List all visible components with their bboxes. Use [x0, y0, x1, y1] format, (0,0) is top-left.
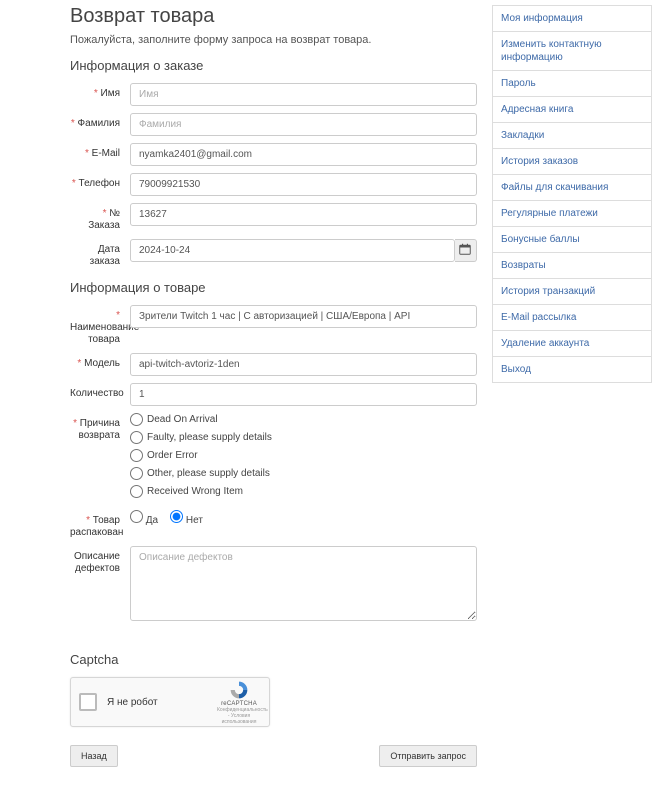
model-input[interactable]	[130, 353, 477, 376]
recaptcha-icon	[229, 680, 249, 700]
section-captcha: Captcha	[70, 652, 477, 667]
order-id-input[interactable]	[130, 203, 477, 226]
opened-no[interactable]: Нет	[170, 510, 203, 526]
firstname-input[interactable]	[130, 83, 477, 106]
sidebar-item-my-info[interactable]: Моя информация	[492, 5, 652, 32]
product-input[interactable]	[130, 305, 477, 328]
reason-option-0[interactable]: Dead On Arrival	[130, 413, 477, 426]
sidebar-item-edit-contact[interactable]: Изменить контактную информацию	[492, 31, 652, 71]
sidebar-item-order-history[interactable]: История заказов	[492, 148, 652, 175]
calendar-button[interactable]	[455, 239, 477, 262]
recaptcha-checkbox[interactable]	[79, 693, 97, 711]
label-order-id: № Заказа	[70, 203, 130, 232]
label-comment: Описание дефектов	[70, 546, 130, 575]
reason-option-4[interactable]: Received Wrong Item	[130, 485, 477, 498]
label-reason: Причина возврата	[70, 413, 130, 442]
label-email: E-Mail	[70, 143, 130, 160]
label-product: Наименование товара	[70, 305, 130, 346]
reason-option-2[interactable]: Order Error	[130, 449, 477, 462]
sidebar-item-newsletter[interactable]: E-Mail рассылка	[492, 304, 652, 331]
lastname-input[interactable]	[130, 113, 477, 136]
calendar-icon	[459, 243, 471, 258]
label-date: Дата заказа	[70, 239, 130, 268]
reason-option-3[interactable]: Other, please supply details	[130, 467, 477, 480]
label-model: Модель	[70, 353, 130, 370]
sidebar-item-downloads[interactable]: Файлы для скачивания	[492, 174, 652, 201]
label-qty: Количество	[70, 383, 130, 400]
section-order-info: Информация о заказе	[70, 58, 477, 73]
date-input[interactable]	[130, 239, 455, 262]
label-firstname: Имя	[70, 83, 130, 100]
label-lastname: Фамилия	[70, 113, 130, 130]
sidebar-item-logout[interactable]: Выход	[492, 356, 652, 383]
opened-yes[interactable]: Да	[130, 510, 158, 526]
recaptcha-widget[interactable]: Я не робот reCAPTCHA Конфиденциальность …	[70, 677, 270, 727]
sidebar-item-password[interactable]: Пароль	[492, 70, 652, 97]
sidebar-item-address-book[interactable]: Адресная книга	[492, 96, 652, 123]
sidebar-item-returns[interactable]: Возвраты	[492, 252, 652, 279]
reason-radio-group: Dead On Arrival Faulty, please supply de…	[130, 413, 477, 503]
comment-textarea[interactable]	[130, 546, 477, 621]
sidebar-item-recurring[interactable]: Регулярные платежи	[492, 200, 652, 227]
recaptcha-logo: reCAPTCHA Конфиденциальность - Условия и…	[217, 680, 261, 725]
back-button[interactable]: Назад	[70, 745, 118, 767]
sidebar: Моя информация Изменить контактную инфор…	[492, 5, 652, 767]
section-product-info: Информация о товаре	[70, 280, 477, 295]
reason-option-1[interactable]: Faulty, please supply details	[130, 431, 477, 444]
phone-input[interactable]	[130, 173, 477, 196]
page-title: Возврат товара	[70, 5, 477, 28]
label-opened: Товар распакован	[70, 510, 130, 539]
opened-radio-group: Да Нет	[130, 510, 477, 526]
sidebar-item-reward[interactable]: Бонусные баллы	[492, 226, 652, 253]
recaptcha-label: Я не робот	[107, 697, 217, 708]
page-intro: Пожалуйста, заполните форму запроса на в…	[70, 34, 477, 46]
sidebar-item-delete-account[interactable]: Удаление аккаунта	[492, 330, 652, 357]
qty-input[interactable]	[130, 383, 477, 406]
email-input[interactable]	[130, 143, 477, 166]
sidebar-item-transactions[interactable]: История транзакций	[492, 278, 652, 305]
sidebar-item-wishlist[interactable]: Закладки	[492, 122, 652, 149]
submit-button[interactable]: Отправить запрос	[379, 745, 477, 767]
label-phone: Телефон	[70, 173, 130, 190]
